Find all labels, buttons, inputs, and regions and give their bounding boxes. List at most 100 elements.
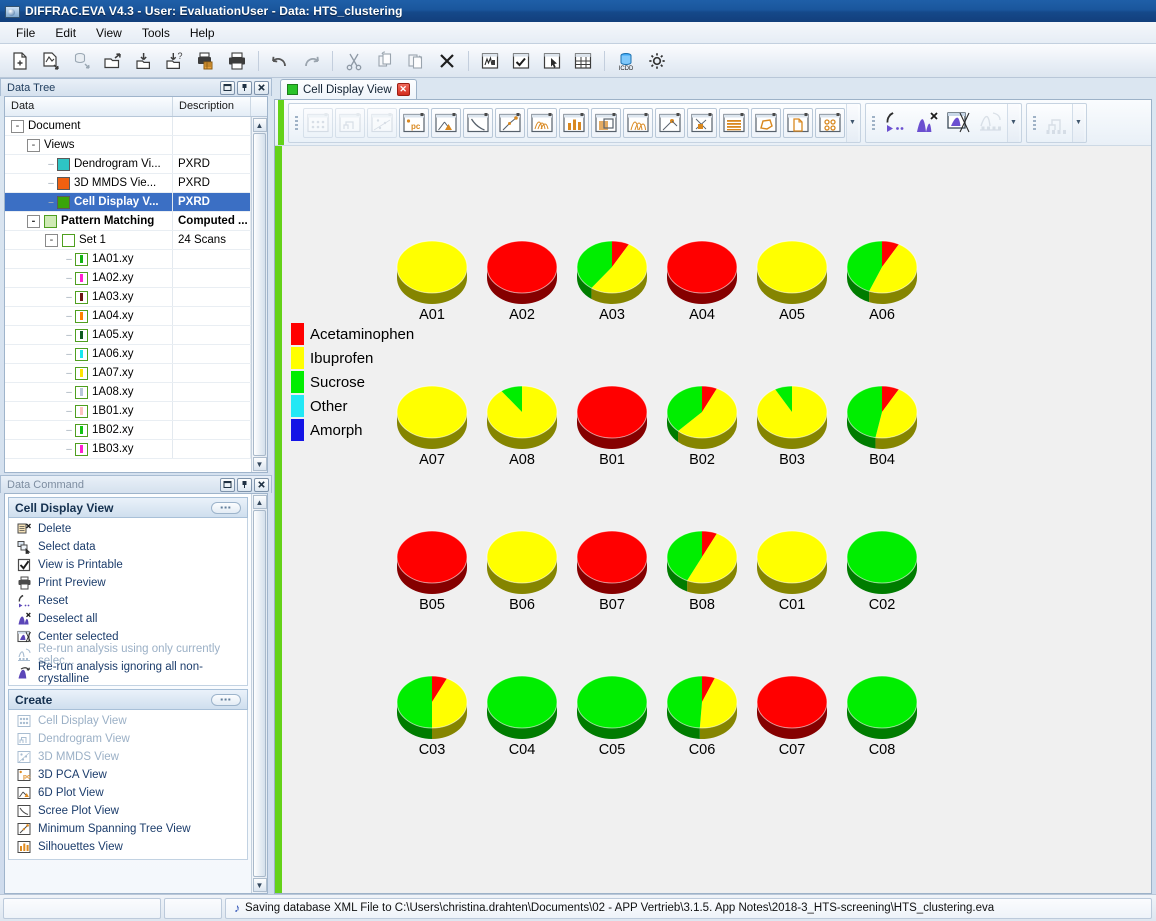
menu-item-edit[interactable]: Edit [45,24,86,42]
menu-item-tools[interactable]: Tools [132,24,180,42]
close-icon[interactable]: ✕ [397,83,410,96]
check-window-icon[interactable] [506,47,536,75]
multi-pattern-icon[interactable] [591,108,621,138]
data-tree-scrollbar[interactable]: ▲ ▼ [251,117,267,472]
restore-button[interactable] [220,81,235,95]
restore-button-2[interactable] [220,478,235,492]
bar-chart-view-icon[interactable] [559,108,589,138]
cut-icon[interactable] [339,47,369,75]
toolbar-grip[interactable] [1031,110,1038,136]
import-data-icon[interactable] [36,47,66,75]
chart-window-icon[interactable] [475,47,505,75]
tree-expander[interactable]: - [27,215,40,228]
save-as-folder-icon[interactable]: ? [160,47,190,75]
command-group-header[interactable]: Cell Display View▪▪▪ [8,497,248,518]
deselect-all-icon[interactable] [912,108,942,138]
command-item[interactable]: Minimum Spanning Tree View [9,820,247,838]
command-item[interactable]: 3D MMDS View [9,748,247,766]
print-icon[interactable] [222,47,252,75]
plot-view-icon[interactable] [431,108,461,138]
tree-row[interactable]: –1A02.xy [5,269,251,288]
save-folder-icon[interactable] [129,47,159,75]
tree-row[interactable]: -Views [5,136,251,155]
toolbar-overflow-icon[interactable]: ▼ [1072,104,1084,142]
tree-row[interactable]: –1B03.xy [5,440,251,459]
tree-expander[interactable]: - [45,234,58,247]
pin-button-2[interactable] [237,478,252,492]
group-options-icon[interactable]: ▪▪▪ [211,502,241,514]
tree-row[interactable]: –Cell Display V...PXRD [5,193,251,212]
open-folder-icon[interactable] [98,47,128,75]
toolbar-grip[interactable] [293,110,300,136]
polygon-view-icon[interactable] [751,108,781,138]
command-item[interactable]: Dendrogram View [9,730,247,748]
tree-row[interactable]: –Dendrogram Vi...PXRD [5,155,251,174]
close-button-2[interactable] [254,478,269,492]
command-group-header[interactable]: Create▪▪▪ [8,689,248,710]
copy-icon[interactable] [370,47,400,75]
command-item[interactable]: View is Printable [9,556,247,574]
table-window-icon[interactable] [568,47,598,75]
tree-row[interactable]: –1A06.xy [5,345,251,364]
tree-row[interactable]: -Pattern MatchingComputed ... [5,212,251,231]
tree-expander[interactable]: - [27,139,40,152]
command-item[interactable]: Select data [9,538,247,556]
tree-row[interactable]: -Set 124 Scans [5,231,251,250]
toolbar-overflow-icon[interactable]: ▼ [846,104,858,142]
pie-cell[interactable]: C08 [827,664,937,769]
grid-table-icon[interactable] [719,108,749,138]
icdd-database-icon[interactable]: ICDD [611,47,641,75]
pattern-stack-icon[interactable] [623,108,653,138]
circles-view-icon[interactable] [815,108,845,138]
tree-row[interactable]: –1A01.xy [5,250,251,269]
pie-cell[interactable]: C02 [827,519,937,624]
menu-item-view[interactable]: View [86,24,132,42]
page-view-icon[interactable] [783,108,813,138]
database-import-icon[interactable] [67,47,97,75]
close-button[interactable] [254,81,269,95]
command-item[interactable]: Delete [9,520,247,538]
reset-icon[interactable] [880,108,910,138]
command-item[interactable]: Deselect all [9,610,247,628]
tree-row[interactable]: –1A03.xy [5,288,251,307]
pca-view-icon[interactable]: pc [399,108,429,138]
group-options-icon[interactable]: ▪▪▪ [211,694,241,706]
pattern-overlay-icon[interactable] [527,108,557,138]
center-selected-icon[interactable] [944,108,974,138]
menu-item-file[interactable]: File [6,24,45,42]
command-item[interactable]: Cell Display View [9,712,247,730]
delete-icon[interactable] [432,47,462,75]
tree-row[interactable]: –1A04.xy [5,307,251,326]
scatter-view-icon[interactable] [655,108,685,138]
command-item[interactable]: Scree Plot View [9,802,247,820]
tab-cell-display-view[interactable]: Cell Display View ✕ [280,79,417,99]
tree-row[interactable]: –1A07.xy [5,364,251,383]
redo-icon[interactable] [296,47,326,75]
command-scroll-down[interactable]: ▼ [253,878,267,892]
command-item[interactable]: Reset [9,592,247,610]
pie-cell[interactable]: B04 [827,374,937,479]
tree-row[interactable]: –1A05.xy [5,326,251,345]
pie-cell[interactable]: A06 [827,229,937,334]
tree-row[interactable]: –3D MMDS Vie...PXRD [5,174,251,193]
command-item[interactable]: Silhouettes View [9,838,247,856]
mst-view-icon[interactable] [495,108,525,138]
tree-row[interactable]: –1A08.xy [5,383,251,402]
tree-row[interactable]: –1B02.xy [5,421,251,440]
scree-plot-view-icon[interactable] [463,108,493,138]
settings-gear-icon[interactable] [642,47,672,75]
scroll-thumb[interactable] [253,133,266,456]
toolbar-grip[interactable] [870,110,877,136]
tree-expander[interactable]: - [11,120,24,133]
scroll-up-button[interactable]: ▲ [253,118,267,132]
command-scroll-up[interactable]: ▲ [253,495,267,509]
command-item[interactable]: pc3D PCA View [9,766,247,784]
command-scroll-thumb[interactable] [253,510,266,877]
toolbar-overflow-icon[interactable]: ▼ [1007,104,1019,142]
new-document-icon[interactable] [5,47,35,75]
select-window-icon[interactable] [537,47,567,75]
tree-row[interactable]: –1B01.xy [5,402,251,421]
scroll-down-button[interactable]: ▼ [253,457,267,471]
command-scrollbar[interactable]: ▲ ▼ [251,494,267,893]
menu-item-help[interactable]: Help [180,24,225,42]
